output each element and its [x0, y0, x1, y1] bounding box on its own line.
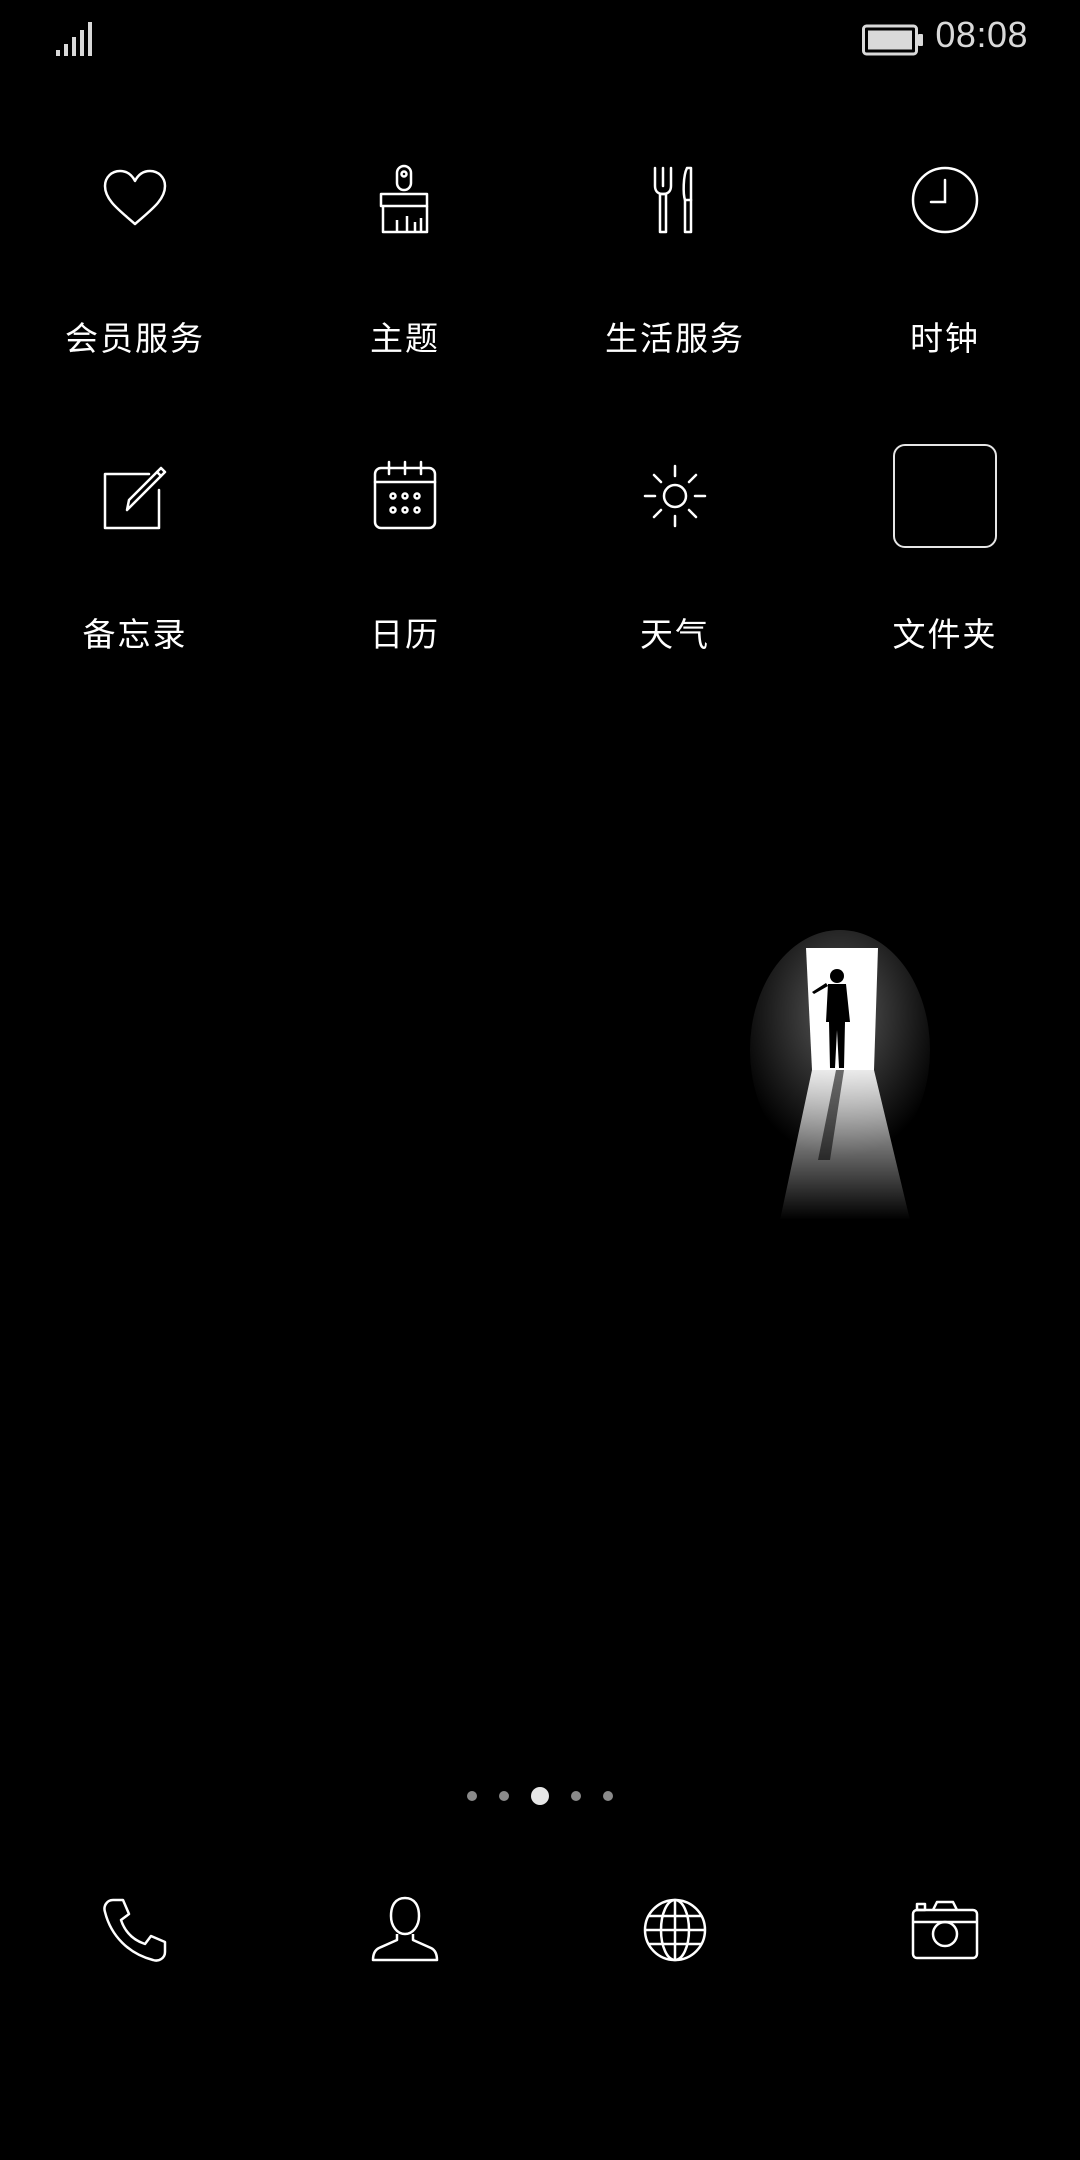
fork-knife-icon	[653, 166, 693, 234]
app-label: 主题	[370, 319, 440, 358]
status-bar: 08:08	[0, 0, 1080, 80]
phone-icon	[103, 1898, 167, 1962]
app-memo[interactable]: 备忘录	[0, 436, 270, 660]
contacts-icon	[371, 1896, 439, 1962]
page-dot-active	[531, 1787, 549, 1805]
dock-phone-button[interactable]	[0, 1890, 270, 1970]
memo-pencil-icon	[103, 466, 167, 530]
app-label: 文件夹	[892, 615, 998, 654]
app-folder[interactable]: 文件夹	[810, 436, 1080, 660]
app-life-service[interactable]: 生活服务	[540, 140, 810, 436]
page-dot	[571, 1791, 581, 1801]
page-dot	[603, 1791, 613, 1801]
app-theme[interactable]: 主题	[270, 140, 540, 436]
heart-icon	[103, 169, 167, 226]
paintbrush-icon	[379, 164, 429, 234]
page-indicator[interactable]	[0, 1784, 1080, 1808]
browser-globe-icon	[643, 1898, 707, 1962]
app-label: 时钟	[910, 319, 980, 358]
app-calendar[interactable]: 日历	[270, 436, 540, 660]
app-label: 天气	[640, 615, 710, 654]
wallpaper-silhouette-doorway	[750, 930, 930, 1220]
app-label: 备忘录	[82, 615, 188, 654]
battery-icon	[862, 24, 923, 56]
app-clock[interactable]: 时钟	[810, 140, 1080, 436]
dock-browser-button[interactable]	[540, 1890, 810, 1970]
app-member-service[interactable]: 会员服务	[0, 140, 270, 436]
calendar-icon	[373, 460, 437, 530]
page-dot	[499, 1791, 509, 1801]
status-time: 08:08	[935, 14, 1028, 55]
cellular-signal-icon	[56, 22, 92, 56]
app-weather[interactable]: 天气	[540, 436, 810, 660]
app-label: 生活服务	[605, 319, 745, 358]
page-dot	[467, 1791, 477, 1801]
app-label: 日历	[370, 615, 440, 654]
home-screen: 08:08 会员服务 主题 生活服务 时钟 备忘录 日历 天气 文件夹	[0, 0, 1080, 2160]
folder-icon	[893, 444, 997, 548]
sun-icon	[643, 464, 707, 528]
camera-icon	[911, 1900, 979, 1960]
dock-camera-button[interactable]	[810, 1890, 1080, 1970]
dock-contacts-button[interactable]	[270, 1890, 540, 1970]
dock	[0, 1890, 1080, 1970]
clock-icon	[911, 166, 979, 234]
app-label: 会员服务	[65, 319, 205, 358]
app-grid: 会员服务 主题 生活服务 时钟 备忘录 日历 天气 文件夹	[0, 140, 1080, 660]
